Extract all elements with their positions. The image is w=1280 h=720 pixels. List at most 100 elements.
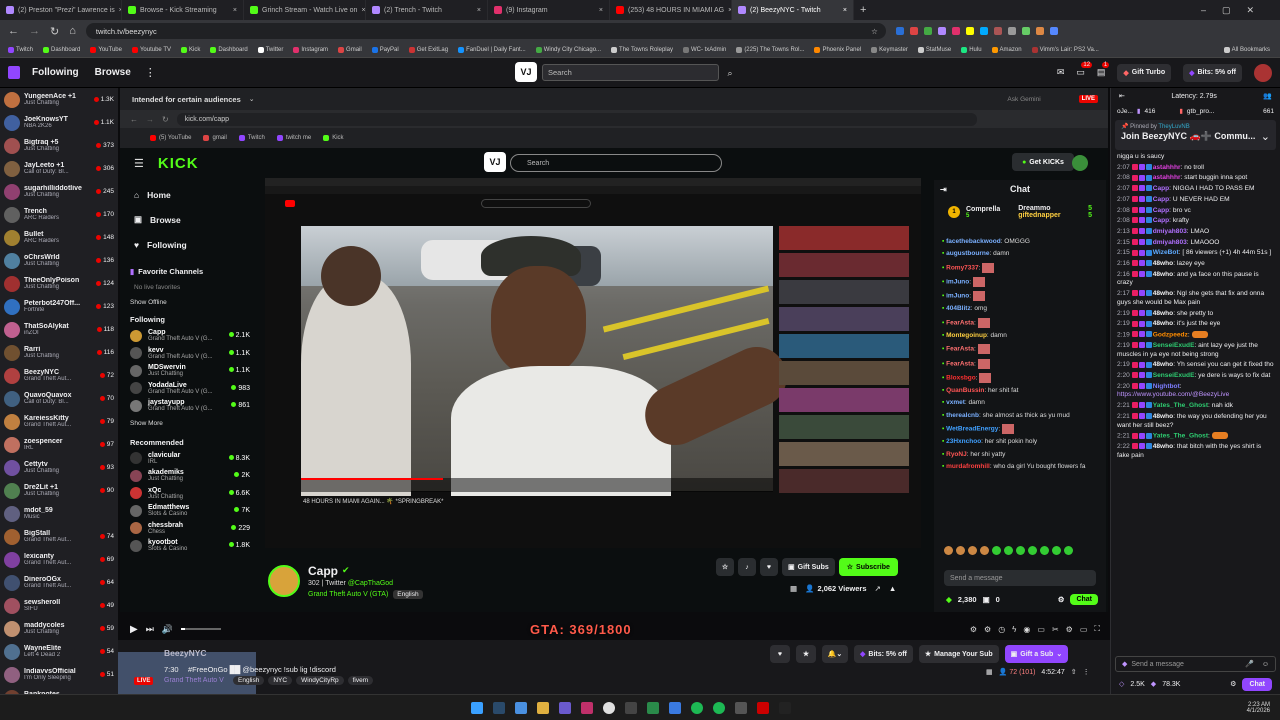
sidebar-channel[interactable]: BigStall Grand Theft Aut... 74 xyxy=(0,525,118,548)
x-icon[interactable] xyxy=(779,701,791,714)
bits-button[interactable]: ◆ Bits: 5% off xyxy=(854,645,913,663)
browser-tab[interactable]: (253) 48 HOURS IN MIAMI AG × xyxy=(610,0,732,20)
sidebar-channel[interactable]: KareiessKitty Grand Theft Aut... 79 xyxy=(0,410,118,433)
bookmark-item[interactable]: Twitter xyxy=(257,46,283,53)
sidebar-channel[interactable]: TheeOnlyPoison Just Chatting 124 xyxy=(0,272,118,295)
bookmark-item[interactable]: PayPal xyxy=(371,46,399,53)
chat-username[interactable]: 48who xyxy=(1153,361,1174,368)
browser-tab[interactable]: (2) BeezyNYC - Twitch × xyxy=(732,0,854,20)
gift-icon[interactable]: ▤ 1 xyxy=(1097,62,1110,78)
chat-username[interactable]: 48who xyxy=(1153,413,1174,420)
tab-close-icon[interactable]: × xyxy=(477,7,481,14)
bookmark-item[interactable]: Instagram xyxy=(293,46,328,53)
bookmark-item[interactable]: Hulu xyxy=(961,46,982,53)
bookmark-item[interactable]: Keymaster xyxy=(871,46,908,53)
chat-username[interactable]: 48who xyxy=(1153,290,1174,297)
sidebar-channel[interactable]: Rarri Just Chatting 116 xyxy=(0,341,118,364)
chat-username[interactable]: 48who xyxy=(1153,271,1174,278)
chat-username[interactable]: SenseiExudE xyxy=(1153,372,1195,379)
chat-username[interactable]: dmiyah803 xyxy=(1153,228,1187,235)
app-icon[interactable] xyxy=(625,701,637,714)
sidebar-channel[interactable]: BanknotesDead by Daylight50 xyxy=(0,686,118,694)
extension-icon[interactable] xyxy=(895,27,904,35)
clip-icon[interactable]: ✂ xyxy=(1052,625,1059,634)
pinned-message[interactable]: 📌 Pinned by TheyLuvNB Join BeezyNYC 🚗➕ C… xyxy=(1115,120,1276,150)
browser-tab[interactable]: (2) Trench - Twitch × xyxy=(366,0,488,20)
chevron-down-icon[interactable]: ⌄ xyxy=(249,95,255,103)
bookmark-item[interactable]: Phoenix Panel xyxy=(814,46,861,53)
spotify-icon[interactable] xyxy=(691,701,703,714)
chat-username[interactable]: Capp xyxy=(1153,196,1169,203)
chat-username[interactable]: 48who xyxy=(1153,260,1174,267)
sidebar-channel[interactable]: YungeenAce +1 Just Chatting 1.3K xyxy=(0,88,118,111)
browser-tab[interactable]: Browse - Kick Streaming × xyxy=(122,0,244,20)
sidebar-channel[interactable]: WayneElite Left 4 Dead 2 54 xyxy=(0,640,118,663)
chat-username[interactable]: WizeBot xyxy=(1153,249,1179,256)
chevron-down-icon[interactable]: ⌄ xyxy=(1261,130,1270,143)
chat-username[interactable]: Nightbot xyxy=(1153,383,1180,390)
browser-tab[interactable]: (2) Preston "Prezi" Lawrence is× xyxy=(0,0,122,20)
app-icon[interactable] xyxy=(581,701,593,714)
sidebar-channel[interactable]: JayLeeto +1 Call of Duty: Bl... 306 xyxy=(0,157,118,180)
forward-icon[interactable]: → xyxy=(29,25,40,37)
back-icon[interactable]: ← xyxy=(8,25,19,37)
whispers-icon[interactable]: ✉ xyxy=(1057,67,1065,78)
volume-slider[interactable] xyxy=(181,628,222,630)
bookmark-item[interactable]: Twitch xyxy=(8,46,33,53)
extension-icon[interactable] xyxy=(909,27,918,35)
stream-tag[interactable]: NYC xyxy=(268,676,293,685)
steam-icon[interactable] xyxy=(493,701,505,714)
app-icon[interactable] xyxy=(515,701,527,714)
lightning-icon[interactable]: ϟ xyxy=(1012,625,1016,634)
clock-icon[interactable]: ◷ xyxy=(998,625,1005,634)
extension-icon[interactable] xyxy=(951,27,960,35)
chat-username[interactable]: 48who xyxy=(1153,310,1174,317)
chat-username[interactable]: 48who xyxy=(1153,443,1174,450)
sidebar-channel[interactable]: IndiavvsOfficial I'm Only Sleeping 51 xyxy=(0,663,118,686)
sidebar-channel[interactable]: Cettytv Just Chatting 93 xyxy=(0,456,118,479)
bookmark-item[interactable]: (225) The Towns Rol... xyxy=(736,46,804,53)
extension-icon[interactable] xyxy=(1035,27,1044,35)
extension-icon[interactable] xyxy=(993,27,1002,35)
extension-icon[interactable] xyxy=(937,27,946,35)
category-link[interactable]: Grand Theft Auto V xyxy=(164,677,224,684)
chat-username[interactable]: SenseiExudE xyxy=(1153,342,1195,349)
sidebar-channel[interactable]: Dre2Lit +1 Just Chatting 90 xyxy=(0,479,118,502)
sidebar-channel[interactable]: sugarhilliddotlive Just Chatting 245 xyxy=(0,180,118,203)
bookmark-item[interactable]: Gmail xyxy=(338,46,362,53)
heart-icon[interactable]: ♥ xyxy=(770,645,790,663)
start-icon[interactable] xyxy=(471,701,483,714)
manage-sub-button[interactable]: ★ Manage Your Sub xyxy=(918,645,999,663)
gear-icon[interactable]: ⚙ xyxy=(970,625,977,634)
chat-username[interactable]: Godzpeedz xyxy=(1153,331,1188,338)
streamer-name[interactable]: BeezyNYC xyxy=(164,648,207,658)
bookmark-item[interactable]: The Towns Roleplay xyxy=(611,46,673,53)
avatar[interactable] xyxy=(1254,63,1272,82)
sidebar-channel[interactable]: BeezyNYC Grand Theft Aut... 72 xyxy=(0,364,118,387)
tab-close-icon[interactable]: × xyxy=(843,7,847,14)
fullscreen-icon[interactable]: ⛶ xyxy=(1094,624,1100,634)
sidebar-channel[interactable]: JoeKnowsYT NBA 2K26 1.1K xyxy=(0,111,118,134)
extension-icon[interactable] xyxy=(1049,27,1058,35)
star-icon[interactable]: ★ xyxy=(796,645,816,663)
address-bar[interactable]: twitch.tv/beezynyc ☆ xyxy=(85,23,886,39)
home-icon[interactable]: ⌂ xyxy=(69,25,76,37)
sidebar-channel[interactable]: Peterbot247Off... Fortnite 123 xyxy=(0,295,118,318)
sidebar-channel[interactable]: Bigtraq +5 Just Chatting 373 xyxy=(0,134,118,157)
inbox-icon[interactable]: ▭ 12 xyxy=(1076,62,1093,78)
bookmark-item[interactable]: Windy City Chicago... xyxy=(535,46,601,53)
sidebar-channel[interactable]: oChrsWrld Just Chatting 136 xyxy=(0,249,118,272)
extension-icon[interactable] xyxy=(1007,27,1016,35)
chat-username[interactable]: Capp xyxy=(1153,185,1169,192)
bits-icon[interactable]: ◆ xyxy=(1151,680,1156,688)
window-controls[interactable]: –▢✕ xyxy=(1201,5,1270,16)
chat-username[interactable]: dmiyah803 xyxy=(1153,239,1187,246)
users-icon[interactable]: 👥 xyxy=(1263,92,1272,100)
browser-tab[interactable]: (9) Instagram × xyxy=(488,0,610,20)
bookmark-item[interactable]: StatMuse xyxy=(917,46,951,53)
cc-icon[interactable]: ▭ xyxy=(1037,625,1045,634)
sidebar-channel[interactable]: sewsheroll SIFU 49 xyxy=(0,594,118,617)
new-tab-button[interactable]: + xyxy=(860,4,866,16)
sidebar-channel[interactable]: Trench ARC Raiders 170 xyxy=(0,203,118,226)
bookmark-item[interactable]: Get ExitLag xyxy=(408,46,448,53)
